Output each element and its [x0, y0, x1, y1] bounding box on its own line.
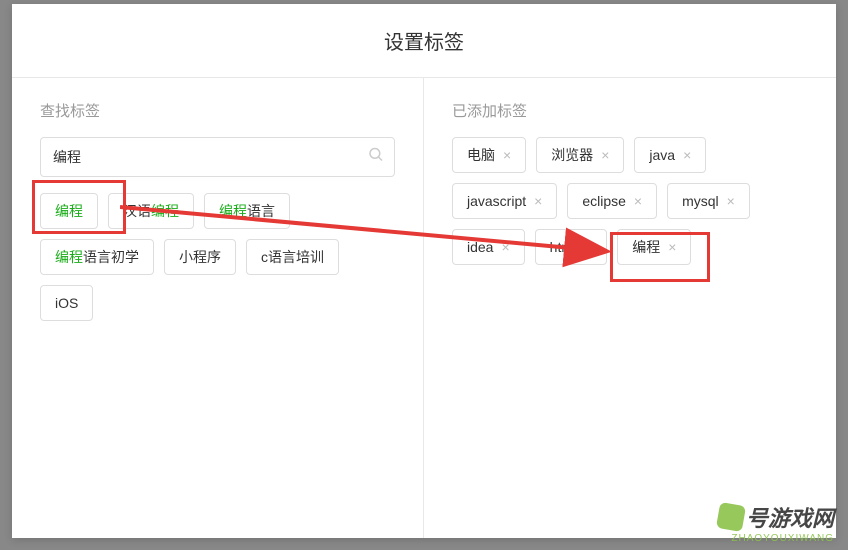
added-tag-label: java — [649, 147, 675, 163]
remove-icon[interactable]: × — [584, 240, 592, 254]
added-tag-label: idea — [467, 239, 493, 255]
added-tag[interactable]: idea × — [452, 229, 525, 265]
added-tag[interactable]: 电脑 × — [452, 137, 526, 173]
added-tag[interactable]: 编程 × — [617, 229, 691, 265]
suggestion-tag[interactable]: 小程序 — [164, 239, 236, 275]
suggestion-tag[interactable]: 编程 — [40, 193, 98, 229]
suggestion-list: 编程汉语编程编程语言编程语言初学小程序 c语言培训 iOS — [40, 193, 395, 321]
added-tag[interactable]: eclipse × — [567, 183, 657, 219]
added-tag-label: 浏览器 — [551, 145, 593, 165]
set-tags-modal: 设置标签 查找标签 编程汉语编程编程语言编程语言初学小程序c语言培训iOS 已添… — [12, 4, 836, 538]
remove-icon[interactable]: × — [668, 240, 676, 254]
remove-icon[interactable]: × — [534, 194, 542, 208]
remove-icon[interactable]: × — [503, 148, 511, 162]
added-tags-panel: 已添加标签 电脑×浏览器×java×javascript×eclipse×mys… — [424, 78, 836, 538]
added-tag-label: mysql — [682, 193, 719, 209]
modal-title: 设置标签 — [12, 26, 836, 55]
suggestion-tag[interactable]: iOS — [40, 285, 93, 321]
added-tag-label: 编程 — [632, 237, 660, 257]
added-tag[interactable]: mysql × — [667, 183, 750, 219]
search-input[interactable] — [40, 137, 395, 177]
remove-icon[interactable]: × — [501, 240, 509, 254]
added-tag-label: javascript — [467, 193, 526, 209]
suggestion-tag[interactable]: 编程语言 — [204, 193, 290, 229]
added-tag-label: html — [550, 239, 576, 255]
remove-icon[interactable]: × — [601, 148, 609, 162]
added-tag[interactable]: javascript × — [452, 183, 557, 219]
suggestion-tag[interactable]: c语言培训 — [246, 239, 339, 275]
remove-icon[interactable]: × — [634, 194, 642, 208]
added-tag[interactable]: html × — [535, 229, 608, 265]
remove-icon[interactable]: × — [683, 148, 691, 162]
added-tag[interactable]: 浏览器 × — [536, 137, 624, 173]
added-section-label: 已添加标签 — [452, 100, 808, 121]
added-tag-label: eclipse — [582, 193, 626, 209]
added-tag-label: 电脑 — [467, 145, 495, 165]
added-tag[interactable]: java × — [634, 137, 706, 173]
added-tag-list: 电脑×浏览器×java×javascript×eclipse×mysql×ide… — [452, 137, 808, 265]
suggestion-tag[interactable]: 汉语编程 — [108, 193, 194, 229]
modal-header: 设置标签 — [12, 4, 836, 73]
suggestion-tag[interactable]: 编程语言初学 — [40, 239, 154, 275]
search-section-label: 查找标签 — [40, 100, 395, 121]
search-tags-panel: 查找标签 编程汉语编程编程语言编程语言初学小程序 c语言培训 iOS — [12, 78, 424, 538]
modal-body: 查找标签 编程汉语编程编程语言编程语言初学小程序c语言培训iOS 已添加标签 电… — [12, 77, 836, 538]
search-box — [40, 137, 395, 177]
remove-icon[interactable]: × — [727, 194, 735, 208]
